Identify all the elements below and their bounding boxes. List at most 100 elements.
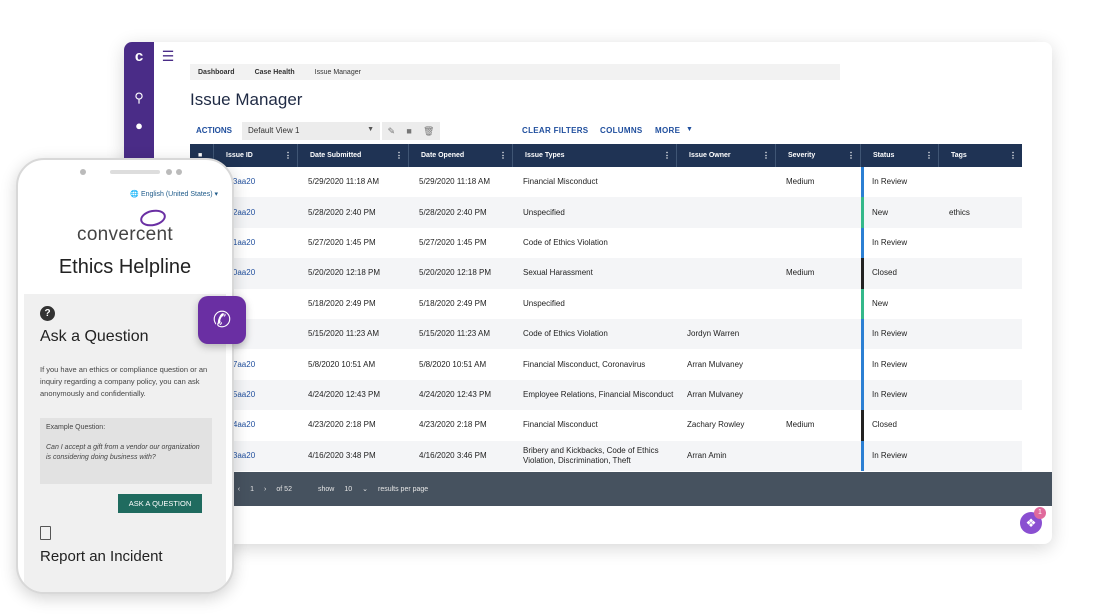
column-menu-icon[interactable]: ⋮: [1009, 151, 1017, 160]
column-menu-icon[interactable]: ⋮: [925, 151, 933, 160]
column-header-label: Issue ID: [226, 152, 253, 159]
table-row[interactable]: 043aa20 5/29/2020 11:18 AM 5/29/2020 11:18…: [190, 167, 1022, 198]
column-menu-icon[interactable]: ⋮: [663, 151, 671, 160]
column-header-label: Status: [873, 152, 895, 159]
column-header-issue-types[interactable]: Issue Types ⋮: [513, 144, 677, 167]
date-submitted-cell: 5/29/2020 11:18 AM: [308, 177, 380, 187]
date-opened-cell: 5/27/2020 1:45 PM: [419, 237, 487, 247]
helpline-body: ? Ask a Question If you have an ethics o…: [24, 294, 226, 592]
language-value: English (United States): [140, 191, 213, 198]
issue-types-cell: Financial Misconduct: [523, 177, 598, 187]
issue-owner-cell: Arran Amin: [687, 450, 727, 460]
edit-icon[interactable]: ✎: [388, 126, 396, 137]
grid-toolbar: ACTIONS Default View 1 ▼ ✎ ■ 🗑 CLEAR FIL…: [190, 122, 1030, 140]
example-question-text: Can I accept a gift from a vendor our or…: [46, 444, 200, 461]
phone-call-icon[interactable]: ✆: [198, 296, 246, 344]
column-header-label: Date Submitted: [310, 152, 362, 159]
column-header-tags[interactable]: Tags ⋮: [939, 144, 1022, 167]
column-header-status[interactable]: Status ⋮: [861, 144, 939, 167]
table-row[interactable]: 041aa20 5/27/2020 1:45 PM 5/27/2020 1:45 P…: [190, 227, 1022, 259]
issue-owner-cell: Arran Mulvaney: [687, 359, 744, 369]
convercent-logo-text: convercent: [77, 224, 173, 245]
date-submitted-cell: 4/16/2020 3:48 PM: [308, 450, 376, 460]
camera-icon: [80, 169, 86, 175]
phone-mockup: 🌐 English (United States) ▾ convercent E…: [16, 158, 234, 594]
breadcrumb-item-issue-manager: Issue Manager: [314, 68, 361, 76]
trash-icon[interactable]: 🗑: [423, 126, 434, 137]
hamburger-menu-icon[interactable]: ☰: [158, 46, 178, 66]
columns-button[interactable]: COLUMNS: [600, 126, 643, 135]
language-select[interactable]: 🌐 English (United States) ▾: [130, 190, 218, 198]
table-row[interactable]: aa205/18/2020 2:49 PM5/18/2020 2:49 PMUn…: [190, 288, 1022, 319]
page-title: Issue Manager: [190, 90, 303, 109]
ask-question-title: Ask a Question: [40, 328, 149, 345]
column-menu-icon[interactable]: ⋮: [762, 151, 770, 160]
date-opened-cell: 5/28/2020 2:40 PM: [419, 207, 487, 217]
column-header-label: Tags: [951, 152, 967, 159]
chevron-down-icon[interactable]: ⌄: [362, 485, 368, 493]
per-page-select[interactable]: 10: [344, 486, 352, 493]
status-cell: Closed: [861, 258, 939, 289]
column-header-label: Date Opened: [421, 152, 465, 159]
show-label: show: [317, 485, 335, 493]
view-select[interactable]: Default View 1 ▼: [242, 122, 380, 140]
actions-menu-button[interactable]: ACTIONS: [196, 126, 232, 135]
table-row[interactable]: 040aa20 5/20/2020 12:18 PM 5/20/2020 12:18…: [190, 258, 1022, 289]
more-button[interactable]: MORE: [655, 126, 680, 135]
date-submitted-cell: 5/20/2020 12:18 PM: [308, 268, 381, 278]
issue-owner-cell: Zachary Rowley: [687, 420, 745, 430]
column-header-date-opened[interactable]: Date Opened ⋮: [409, 144, 513, 167]
status-cell: In Review: [861, 349, 939, 380]
view-actions: ✎ ■ 🗑: [382, 122, 440, 140]
issue-types-cell: Bribery and Kickbacks, Code of Ethics Vi…: [523, 445, 659, 465]
next-page-icon[interactable]: ›: [264, 486, 266, 493]
view-select-value: Default View 1: [248, 126, 300, 135]
status-cell: In Review: [861, 227, 939, 259]
column-header-severity[interactable]: Severity ⋮: [776, 144, 861, 167]
save-icon[interactable]: ■: [406, 126, 411, 136]
page-number[interactable]: 1: [250, 486, 254, 493]
table-row[interactable]: aa205/15/2020 11:23 AM5/15/2020 11:23 AM…: [190, 318, 1022, 350]
issue-owner-cell: Jordyn Warren: [687, 329, 740, 339]
column-header-date-submitted[interactable]: Date Submitted ⋮: [298, 144, 409, 167]
table-row[interactable]: 034aa20 4/23/2020 2:18 PM 4/23/2020 2:18 P…: [190, 410, 1022, 441]
column-menu-icon[interactable]: ⋮: [284, 151, 292, 160]
ask-a-question-button[interactable]: ASK A QUESTION: [118, 494, 202, 513]
tags-cell: ethics: [949, 207, 970, 217]
issue-types-cell: Sexual Harassment: [523, 268, 593, 278]
user-icon[interactable]: ●: [124, 118, 154, 136]
helpline-title: Ethics Helpline: [58, 256, 192, 278]
status-cell: In Review: [861, 318, 939, 350]
issue-types-cell: Employee Relations, Financial Misconduct: [523, 389, 674, 399]
issue-types-cell: Financial Misconduct, Coronavirus: [523, 359, 646, 369]
chevron-down-icon[interactable]: ▼: [686, 126, 693, 133]
issue-types-cell: Code of Ethics Violation: [523, 237, 608, 247]
brand-logo-icon[interactable]: c: [128, 46, 150, 68]
table-row[interactable]: 035aa20 4/24/2020 12:43 PM 4/24/2020 12:43…: [190, 379, 1022, 411]
column-menu-icon[interactable]: ⋮: [499, 151, 507, 160]
per-page-label: results per page: [377, 485, 429, 493]
clear-filters-button[interactable]: CLEAR FILTERS: [522, 126, 588, 135]
column-menu-icon[interactable]: ⋮: [395, 151, 403, 160]
search-icon[interactable]: ⚲: [124, 90, 154, 108]
table-row[interactable]: 042aa20 5/28/2020 2:40 PM 5/28/2020 2:40 P…: [190, 197, 1022, 228]
chat-notification-badge: 1: [1034, 507, 1046, 519]
column-menu-icon[interactable]: ⋮: [847, 151, 855, 160]
date-submitted-cell: 5/18/2020 2:49 PM: [308, 298, 376, 308]
date-submitted-cell: 5/27/2020 1:45 PM: [308, 237, 376, 247]
breadcrumb-item-case-health[interactable]: Case Health: [255, 69, 295, 76]
sensor-icon: [166, 169, 172, 175]
example-label: Example Question:: [46, 424, 106, 431]
column-header-issue-owner[interactable]: Issue Owner ⋮: [677, 144, 776, 167]
date-opened-cell: 5/8/2020 10:51 AM: [419, 359, 487, 369]
pager: ge ‹ 1 › of 52 show 10 ⌄ results per pag…: [190, 472, 1022, 506]
status-cell: In Review: [861, 440, 939, 471]
document-icon: [40, 526, 51, 540]
date-opened-cell: 4/24/2020 12:43 PM: [419, 389, 492, 399]
table-row[interactable]: 033aa20 4/16/2020 3:48 PM 4/16/2020 3:46 P…: [190, 440, 1022, 471]
table-row[interactable]: 037aa20 5/8/2020 10:51 AM 5/8/2020 10:51 A…: [190, 349, 1022, 380]
status-cell: In Review: [861, 167, 939, 198]
report-incident-link[interactable]: Report an Incident: [40, 548, 163, 565]
prev-page-icon[interactable]: ‹: [238, 486, 240, 493]
breadcrumb-item-dashboard[interactable]: Dashboard: [198, 69, 235, 76]
